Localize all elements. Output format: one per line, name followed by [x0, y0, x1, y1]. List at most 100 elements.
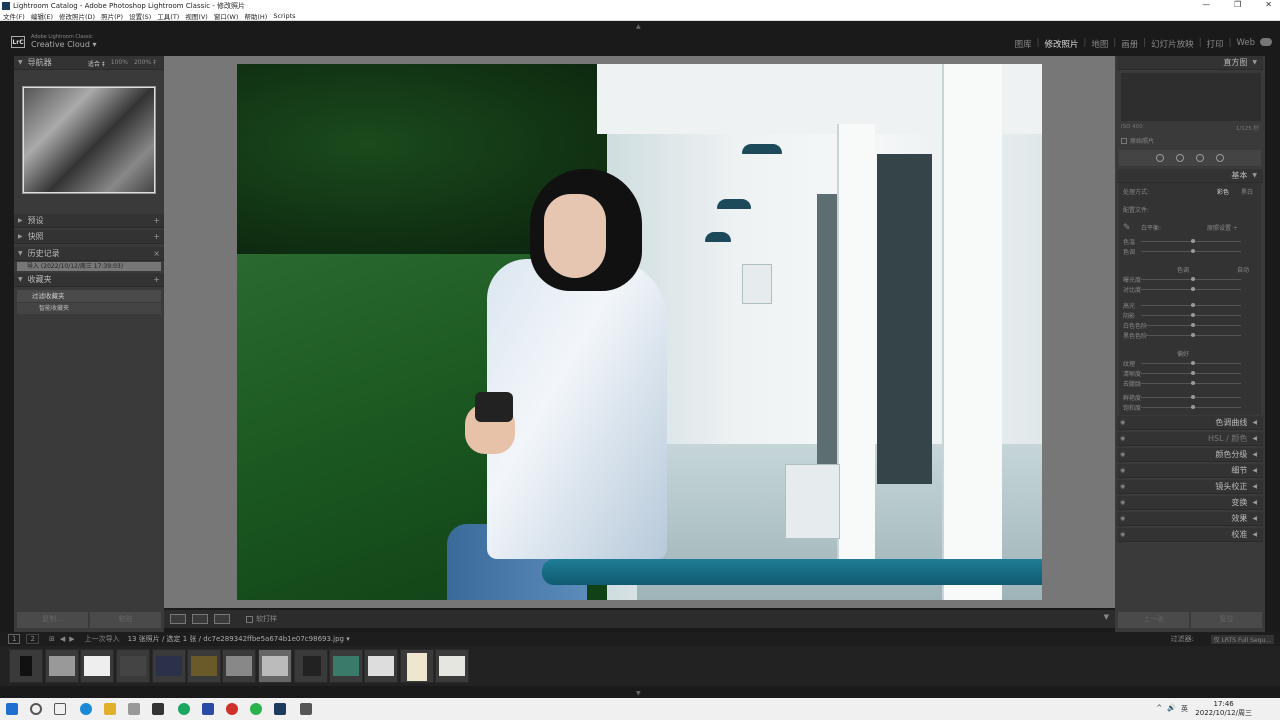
- navigator-header[interactable]: ▼ 导航器 适合 ‡ 100% 200% ‡: [14, 56, 164, 70]
- lens-corrections-header[interactable]: ◉ 镜头校正 ◀: [1117, 480, 1263, 494]
- module-map[interactable]: 地图: [1086, 38, 1113, 50]
- shadows-slider[interactable]: [1141, 313, 1241, 317]
- dehaze-slider[interactable]: [1141, 381, 1241, 385]
- auto-button[interactable]: 自动: [1237, 265, 1249, 274]
- tray-expand-icon[interactable]: ^: [1156, 704, 1162, 714]
- collections-header[interactable]: ▼ 收藏夹 +: [14, 273, 164, 287]
- brand-title[interactable]: Creative Cloud ▾: [31, 40, 97, 49]
- filmstrip-thumb[interactable]: [294, 649, 328, 683]
- clarity-slider[interactable]: [1141, 371, 1241, 375]
- histogram-header[interactable]: 直方图 ▼: [1117, 56, 1263, 70]
- filmstrip-thumb[interactable]: [152, 649, 186, 683]
- filmstrip-thumb[interactable]: [364, 649, 398, 683]
- filmstrip-thumb[interactable]: [400, 649, 434, 683]
- hsl-header[interactable]: ◉ HSL / 颜色 ◀: [1117, 432, 1263, 446]
- history-item[interactable]: 导入 (2022/10/12/周三 17:39:03): [17, 262, 161, 271]
- navigator-preview[interactable]: [22, 86, 156, 194]
- module-library[interactable]: 图库: [1010, 38, 1037, 50]
- filmstrip-thumb[interactable]: [116, 649, 150, 683]
- before-after-icon[interactable]: [192, 614, 208, 624]
- menu-tools[interactable]: 工具(T): [157, 11, 179, 21]
- filmstrip-thumb[interactable]: [9, 649, 43, 683]
- lightroom-taskbar-icon[interactable]: [274, 703, 286, 715]
- filmstrip-thumb[interactable]: [329, 649, 363, 683]
- saturation-slider[interactable]: [1141, 405, 1241, 409]
- start-icon[interactable]: [6, 703, 18, 715]
- volume-icon[interactable]: 🔊: [1167, 704, 1176, 714]
- history-header[interactable]: ▼ 历史记录 ×: [14, 247, 164, 261]
- color-grading-header[interactable]: ◉ 颜色分级 ◀: [1117, 448, 1263, 462]
- main-photo[interactable]: [237, 64, 1042, 600]
- minimize-button[interactable]: —: [1202, 0, 1210, 9]
- eyedropper-icon[interactable]: ✎: [1123, 223, 1131, 233]
- add-collection-icon[interactable]: +: [153, 275, 160, 284]
- menu-settings[interactable]: 设置(S): [129, 11, 151, 21]
- store-icon[interactable]: [128, 703, 140, 715]
- grid-view-icon[interactable]: ⊞: [49, 635, 55, 643]
- tint-slider[interactable]: [1141, 249, 1241, 253]
- menu-file[interactable]: 文件(F): [3, 11, 25, 21]
- highlights-slider[interactable]: [1141, 303, 1241, 307]
- back-arrow-icon[interactable]: ◀: [60, 635, 65, 643]
- copy-button[interactable]: 复制...: [17, 612, 88, 628]
- reset-button[interactable]: 复位: [1191, 612, 1262, 628]
- filmstrip-thumb[interactable]: [435, 649, 469, 683]
- yy-view-icon[interactable]: [214, 614, 230, 624]
- toolbar-menu-icon[interactable]: ▼: [1104, 613, 1109, 621]
- app-icon-gray[interactable]: [300, 703, 312, 715]
- module-slideshow[interactable]: 幻灯片放映: [1146, 38, 1199, 50]
- zoom-100[interactable]: 100%: [111, 59, 128, 68]
- app-icon-blue[interactable]: [202, 703, 214, 715]
- filter-select[interactable]: 仅 LRTS Full Sequ...: [1210, 634, 1274, 644]
- top-panel-toggle-icon[interactable]: ▲: [636, 23, 641, 30]
- filmstrip-thumb-selected[interactable]: [258, 649, 292, 683]
- blacks-slider[interactable]: [1141, 333, 1241, 337]
- treatment-color[interactable]: 彩色: [1217, 187, 1229, 196]
- module-develop[interactable]: 修改照片: [1040, 38, 1084, 50]
- treatment-bw[interactable]: 黑白: [1241, 187, 1253, 196]
- collection-filter[interactable]: 过滤收藏夹: [17, 290, 161, 302]
- filmstrip-thumb[interactable]: [187, 649, 221, 683]
- filmstrip-toggle-icon[interactable]: ▼: [636, 690, 641, 697]
- forward-arrow-icon[interactable]: ▶: [69, 635, 74, 643]
- menu-window[interactable]: 窗口(W): [214, 11, 239, 21]
- system-clock[interactable]: 17:46 2022/10/12/周三: [1195, 700, 1252, 718]
- panel-switch-icon[interactable]: ◉: [1120, 435, 1125, 442]
- zoom-200[interactable]: 200% ‡: [134, 59, 156, 68]
- module-book[interactable]: 画册: [1116, 38, 1143, 50]
- panel-switch-icon[interactable]: ◉: [1120, 499, 1125, 506]
- task-view-icon[interactable]: [54, 703, 66, 715]
- module-print[interactable]: 打印: [1202, 38, 1229, 50]
- texture-slider[interactable]: [1141, 361, 1241, 365]
- original-photo-checkbox[interactable]: [1121, 137, 1127, 144]
- menu-view[interactable]: 视图(V): [185, 11, 208, 21]
- contrast-slider[interactable]: [1141, 287, 1241, 291]
- menu-edit[interactable]: 编辑(E): [31, 11, 53, 21]
- photo-count[interactable]: 13 张照片 / 选定 1 张 / dc7e289342ffbe5a674b1e…: [128, 634, 350, 644]
- edge-icon[interactable]: [80, 703, 92, 715]
- wechat-icon[interactable]: [250, 703, 262, 715]
- presets-header[interactable]: ▶ 预设 +: [14, 214, 164, 228]
- filmstrip-thumb[interactable]: [45, 649, 79, 683]
- panel-switch-icon[interactable]: ◉: [1120, 531, 1125, 538]
- effects-header[interactable]: ◉ 效果 ◀: [1117, 512, 1263, 526]
- source-label[interactable]: 上一次导入: [85, 634, 120, 644]
- add-snapshot-icon[interactable]: +: [153, 232, 160, 241]
- menu-photo[interactable]: 照片(P): [101, 11, 123, 21]
- close-button[interactable]: ✕: [1265, 0, 1272, 9]
- crop-tool-icon[interactable]: [1156, 154, 1164, 162]
- cloud-icon[interactable]: [1260, 38, 1272, 46]
- add-preset-icon[interactable]: +: [153, 216, 160, 225]
- masking-icon[interactable]: [1216, 154, 1224, 162]
- temp-slider[interactable]: [1141, 239, 1241, 243]
- tone-curve-header[interactable]: ◉ 色调曲线 ◀: [1117, 416, 1263, 430]
- filmstrip-thumb[interactable]: [80, 649, 114, 683]
- healing-brush-icon[interactable]: [1176, 154, 1184, 162]
- soft-proof-checkbox[interactable]: [246, 615, 253, 623]
- mail-icon[interactable]: [152, 703, 164, 715]
- red-eye-icon[interactable]: [1196, 154, 1204, 162]
- smart-collections-item[interactable]: 智能收藏夹: [17, 303, 161, 314]
- calibration-header[interactable]: ◉ 校准 ◀: [1117, 528, 1263, 542]
- page-2-button[interactable]: 2: [26, 634, 39, 644]
- previous-button[interactable]: 上一张: [1118, 612, 1189, 628]
